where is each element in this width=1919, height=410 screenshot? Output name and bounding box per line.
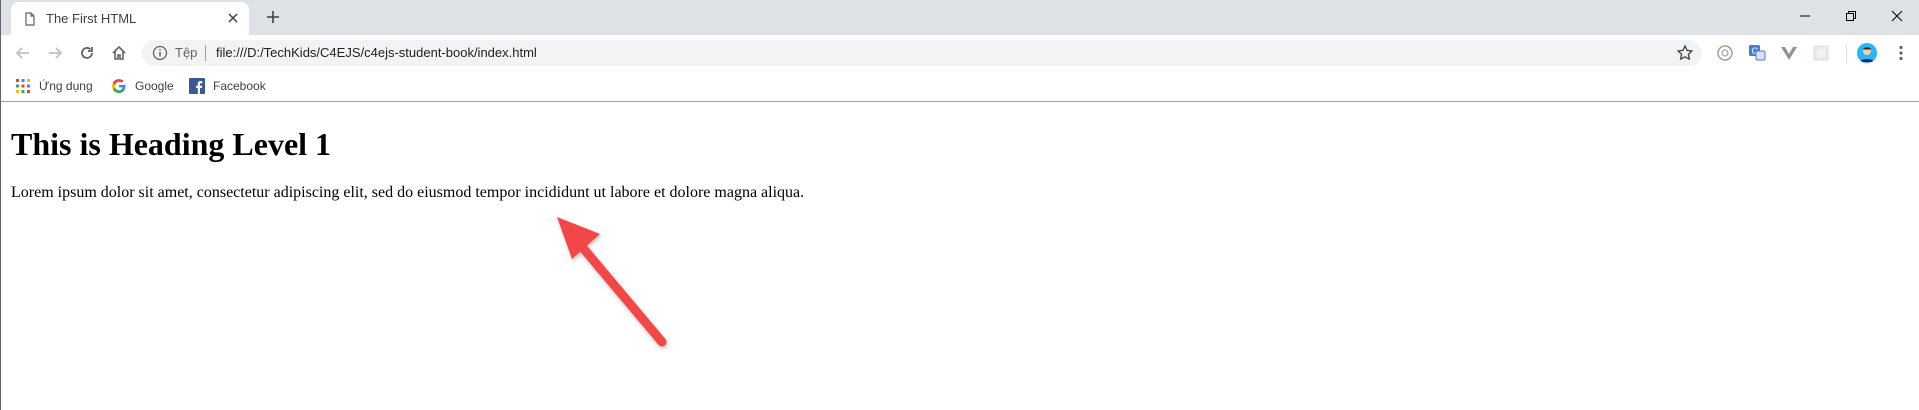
- bookmark-star-icon[interactable]: [1676, 44, 1694, 62]
- annotation-arrow: [557, 217, 667, 347]
- origin-label: Tệp: [175, 45, 198, 60]
- profile-avatar[interactable]: [1857, 43, 1877, 63]
- browser-window: The First HTML Tệp file:///D:/TechKids/C…: [0, 0, 1919, 410]
- apps-grid-icon: [15, 78, 31, 94]
- reload-icon[interactable]: [75, 41, 99, 65]
- extension-square-icon[interactable]: [1811, 43, 1831, 63]
- vue-devtools-icon[interactable]: [1779, 43, 1799, 63]
- tab-active[interactable]: The First HTML: [11, 2, 249, 35]
- toolbar: Tệp file:///D:/TechKids/C4EJS/c4ejs-stud…: [1, 35, 1919, 71]
- bookmark-label: Google: [135, 79, 174, 93]
- back-arrow-icon[interactable]: [11, 41, 35, 65]
- forward-arrow-icon[interactable]: [43, 41, 67, 65]
- info-icon[interactable]: [152, 45, 168, 61]
- bookmark-label: Ứng dụng: [39, 79, 93, 93]
- url-text[interactable]: file:///D:/TechKids/C4EJS/c4ejs-student-…: [216, 45, 537, 60]
- bookmark-google[interactable]: Google: [111, 77, 181, 95]
- new-tab-icon[interactable]: [263, 7, 283, 27]
- tab-title: The First HTML: [46, 11, 137, 26]
- document-icon: [23, 12, 37, 26]
- facebook-icon: [189, 78, 205, 94]
- address-separator: [205, 45, 206, 61]
- bookmark-label: Facebook: [213, 79, 266, 93]
- home-icon[interactable]: [107, 41, 131, 65]
- page-viewport: This is Heading Level 1 Lorem ipsum dolo…: [2, 102, 1919, 410]
- restore-icon[interactable]: [1828, 0, 1874, 32]
- bookmarks-bar: Ứng dụng Google Facebook: [1, 71, 1919, 102]
- close-tab-icon[interactable]: [225, 10, 241, 26]
- toolbar-separator: [1846, 45, 1847, 63]
- tab-strip: The First HTML: [1, 0, 1919, 35]
- google-icon: [111, 78, 127, 94]
- page-heading: This is Heading Level 1: [11, 126, 332, 162]
- close-window-icon[interactable]: [1874, 0, 1919, 32]
- bookmark-facebook[interactable]: Facebook: [189, 77, 273, 95]
- page-paragraph: Lorem ipsum dolor sit amet, consectetur …: [11, 184, 805, 201]
- translate-icon[interactable]: G: [1747, 43, 1767, 63]
- bookmark-apps[interactable]: Ứng dụng: [15, 77, 101, 95]
- more-menu-icon[interactable]: [1891, 43, 1911, 63]
- address-bar[interactable]: Tệp file:///D:/TechKids/C4EJS/c4ejs-stud…: [142, 40, 1702, 66]
- extension-circle-icon[interactable]: [1715, 43, 1735, 63]
- minimize-icon[interactable]: [1782, 0, 1828, 32]
